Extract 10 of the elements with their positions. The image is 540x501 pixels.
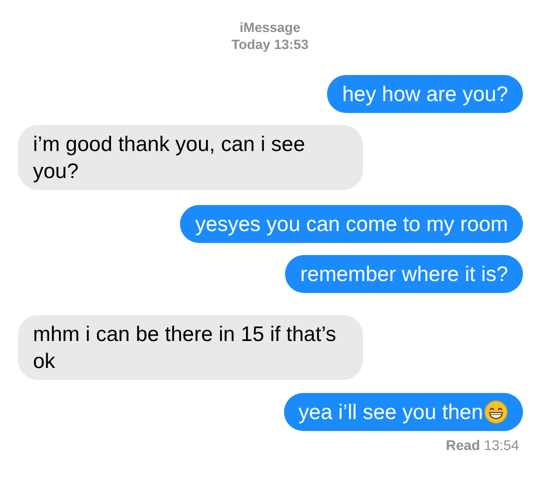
sent-message-bubble: hey how are you?	[327, 75, 523, 113]
timestamp: Today 13:53	[230, 36, 310, 53]
sent-message-bubble: remember where it is?	[285, 255, 523, 293]
service-label: iMessage	[238, 19, 302, 36]
sent-message-bubble: yesyes you can come to my room	[180, 205, 523, 243]
received-message-bubble: mhm i can be there in 15 if that’s ok	[18, 315, 363, 380]
read-receipt: Read	[446, 437, 480, 453]
sent-message-bubble: yea i’ll see you then	[284, 393, 523, 431]
received-message-bubble: i’m good thank you, can i see you?	[18, 125, 363, 190]
read-time: 13:54	[484, 437, 519, 453]
